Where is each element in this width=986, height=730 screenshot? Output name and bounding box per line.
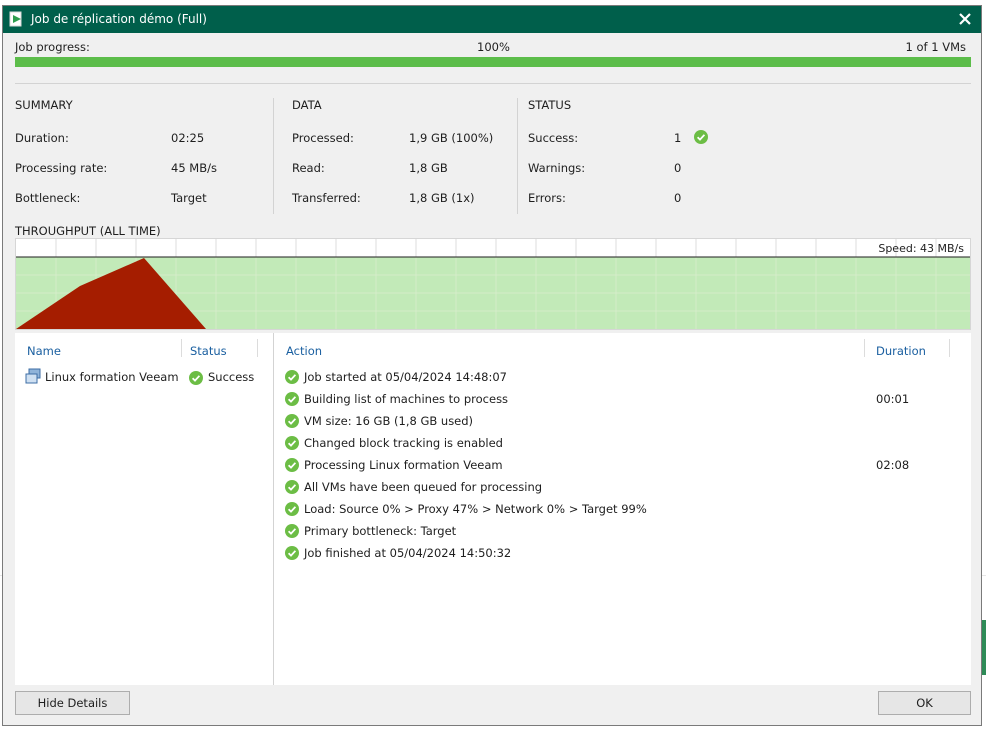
vm-icon: [25, 368, 41, 384]
job-progress-percent: 100%: [477, 40, 510, 54]
success-check-icon: [285, 480, 299, 494]
action-row[interactable]: VM size: 16 GB (1,8 GB used): [285, 410, 965, 432]
processed-label: Processed:: [292, 131, 354, 145]
vm-name: Linux formation Veeam: [45, 370, 179, 384]
title-bar: Job de réplication démo (Full): [3, 6, 981, 33]
action-text: Changed block tracking is enabled: [304, 436, 503, 450]
column-header-name[interactable]: Name: [27, 344, 61, 358]
success-check-icon: [285, 546, 299, 560]
job-progress-bar: [15, 57, 971, 67]
status-title: STATUS: [528, 98, 572, 112]
divider: [15, 83, 971, 84]
read-label: Read:: [292, 161, 325, 175]
job-details-dialog: Job de réplication démo (Full) Job progr…: [2, 5, 982, 726]
success-check-icon: [189, 371, 203, 385]
header-separator: [864, 339, 865, 357]
processed-value: 1,9 GB (100%): [409, 131, 494, 145]
action-row[interactable]: Changed block tracking is enabled: [285, 432, 965, 454]
replication-job-icon: [9, 11, 22, 27]
speed-label: Speed: 43 MB/s: [878, 242, 964, 255]
panel-splitter[interactable]: [273, 333, 274, 685]
header-separator: [181, 339, 182, 357]
transferred-value: 1,8 GB (1x): [409, 191, 475, 205]
job-progress-label: Job progress:: [15, 40, 90, 54]
vm-status: Success: [208, 370, 255, 384]
bottleneck-label: Bottleneck:: [15, 191, 81, 205]
throughput-title: THROUGHPUT (ALL TIME): [15, 224, 161, 238]
read-value: 1,8 GB: [409, 161, 448, 175]
action-text: VM size: 16 GB (1,8 GB used): [304, 414, 474, 428]
close-icon[interactable]: [955, 9, 975, 29]
success-check-icon: [285, 458, 299, 472]
column-divider: [517, 98, 518, 214]
bottleneck-value: Target: [171, 191, 207, 205]
processing-rate-value: 45 MB/s: [171, 161, 217, 175]
duration-value: 02:25: [171, 131, 205, 145]
details-panel: Name Status Linux formation Veeam Succes…: [15, 333, 971, 685]
header-separator: [949, 339, 950, 357]
success-check-icon: [285, 436, 299, 450]
throughput-graph: [16, 239, 970, 329]
column-header-action[interactable]: Action: [286, 344, 322, 358]
success-value: 1: [674, 131, 682, 145]
ok-button[interactable]: OK: [878, 691, 971, 715]
window-title: Job de réplication démo (Full): [31, 12, 207, 26]
column-divider: [273, 98, 274, 214]
throughput-chart: Speed: 43 MB/s: [15, 238, 971, 330]
action-text: Building list of machines to process: [304, 392, 509, 406]
processing-rate-label: Processing rate:: [15, 161, 108, 175]
action-text: Processing Linux formation Veeam: [304, 458, 503, 472]
action-row[interactable]: Primary bottleneck: Target: [285, 520, 965, 542]
action-row[interactable]: Building list of machines to process 00:0…: [285, 388, 965, 410]
header-separator: [257, 339, 258, 357]
errors-label: Errors:: [528, 191, 566, 205]
column-header-duration[interactable]: Duration: [876, 344, 926, 358]
success-check-icon: [285, 370, 299, 384]
action-row[interactable]: Job started at 05/04/2024 14:48:07: [285, 366, 965, 388]
warnings-value: 0: [674, 161, 682, 175]
summary-title: SUMMARY: [15, 98, 73, 112]
hide-details-button[interactable]: Hide Details: [15, 691, 130, 715]
errors-value: 0: [674, 191, 682, 205]
warnings-label: Warnings:: [528, 161, 586, 175]
action-duration: 02:08: [876, 458, 910, 472]
action-text: Load: Source 0% > Proxy 47% > Network 0%…: [304, 502, 647, 516]
column-header-status[interactable]: Status: [190, 344, 227, 358]
action-row[interactable]: Processing Linux formation Veeam 02:08: [285, 454, 965, 476]
success-check-icon: [694, 130, 708, 144]
action-row[interactable]: Load: Source 0% > Proxy 47% > Network 0%…: [285, 498, 965, 520]
action-text: All VMs have been queued for processing: [304, 480, 543, 494]
success-check-icon: [285, 524, 299, 538]
data-title: DATA: [292, 98, 322, 112]
success-check-icon: [285, 502, 299, 516]
action-duration: 00:01: [876, 392, 910, 406]
job-progress-fill: [15, 57, 971, 67]
duration-label: Duration:: [15, 131, 69, 145]
action-text: Primary bottleneck: Target: [304, 524, 457, 538]
success-check-icon: [285, 392, 299, 406]
success-check-icon: [285, 414, 299, 428]
success-label: Success:: [528, 131, 579, 145]
job-progress-vms: 1 of 1 VMs: [905, 40, 966, 54]
action-row[interactable]: All VMs have been queued for processing: [285, 476, 965, 498]
action-text: Job started at 05/04/2024 14:48:07: [304, 370, 507, 384]
transferred-label: Transferred:: [292, 191, 361, 205]
action-row[interactable]: Job finished at 05/04/2024 14:50:32: [285, 542, 965, 564]
action-text: Job finished at 05/04/2024 14:50:32: [304, 546, 512, 560]
